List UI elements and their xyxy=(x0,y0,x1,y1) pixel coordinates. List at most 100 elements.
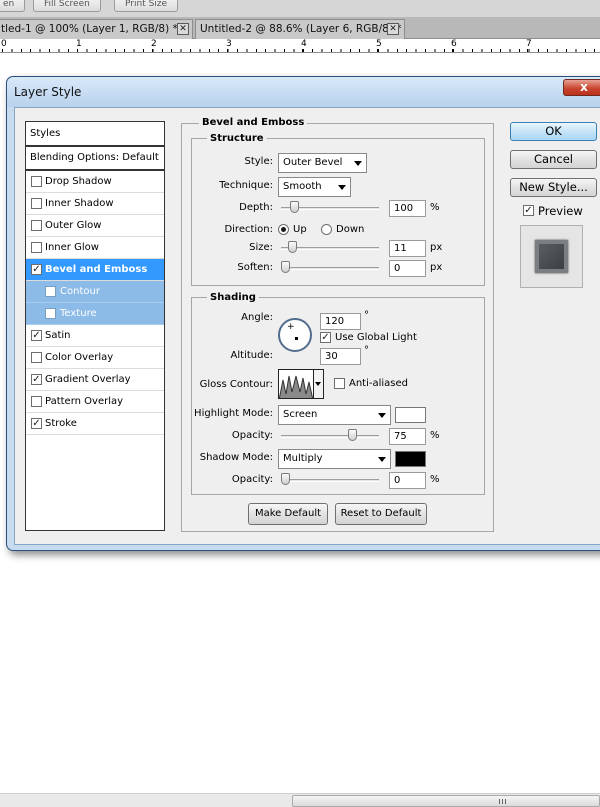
highlight-opacity-thumb[interactable] xyxy=(347,429,357,441)
close-tab-2-icon[interactable]: ✕ xyxy=(387,23,399,35)
style-item-contour[interactable]: Contour xyxy=(26,281,164,303)
size-slider-thumb[interactable] xyxy=(288,241,298,253)
style-item-checkbox[interactable]: ✓ xyxy=(31,264,42,275)
cancel-button[interactable]: Cancel xyxy=(510,150,597,169)
angle-input[interactable]: 120 xyxy=(320,313,361,330)
style-item-label: Texture xyxy=(60,308,97,319)
soften-slider[interactable] xyxy=(281,267,379,270)
style-item-checkbox[interactable] xyxy=(31,176,42,187)
dialog-title: Layer Style xyxy=(14,85,82,99)
soften-slider-thumb[interactable] xyxy=(281,261,290,273)
chevron-down-icon xyxy=(315,382,321,386)
style-item-drop-shadow[interactable]: Drop Shadow xyxy=(26,171,164,193)
print-size-button[interactable]: Print Size xyxy=(114,0,179,12)
altitude-unit: ° xyxy=(364,345,369,356)
style-item-checkbox[interactable] xyxy=(45,286,56,297)
direction-up-radio[interactable] xyxy=(278,224,289,235)
style-item-checkbox[interactable]: ✓ xyxy=(31,374,42,385)
global-light-checkbox[interactable]: ✓ xyxy=(320,332,331,343)
style-item-checkbox[interactable]: ✓ xyxy=(31,330,42,341)
style-item-pattern-overlay[interactable]: Pattern Overlay xyxy=(26,391,164,413)
highlight-opacity-input[interactable]: 75 xyxy=(389,428,426,445)
style-items: Drop Shadow Inner Shadow Outer Glow Inner G… xyxy=(26,171,164,435)
anti-aliased-checkbox[interactable] xyxy=(334,378,345,389)
fill-screen-button[interactable]: Fill Screen xyxy=(33,0,101,12)
style-item-texture[interactable]: Texture xyxy=(26,303,164,325)
document-tab-1[interactable]: tled-1 @ 100% (Layer 1, RGB/8) * ✕ xyxy=(0,19,193,39)
gloss-contour-swatch[interactable] xyxy=(278,369,314,399)
style-item-inner-shadow[interactable]: Inner Shadow xyxy=(26,193,164,215)
style-item-stroke[interactable]: ✓ Stroke xyxy=(26,413,164,435)
style-item-bevel-and-emboss[interactable]: ✓ Bevel and Emboss xyxy=(26,259,164,281)
close-tab-1-icon[interactable]: ✕ xyxy=(177,23,189,35)
shadow-opacity-thumb[interactable] xyxy=(281,473,290,485)
size-input[interactable]: 11 xyxy=(389,240,426,257)
altitude-input[interactable]: 30 xyxy=(320,348,361,365)
style-item-label: Satin xyxy=(45,330,71,341)
direction-up-label: Up xyxy=(293,224,307,235)
style-item-inner-glow[interactable]: Inner Glow xyxy=(26,237,164,259)
chevron-down-icon xyxy=(378,457,386,462)
shadow-mode-select[interactable]: Multiply xyxy=(278,449,391,469)
style-item-checkbox[interactable] xyxy=(45,308,56,319)
shading-title: Shading xyxy=(207,292,259,303)
dialog-titlebar[interactable]: Layer Style x xyxy=(7,77,600,107)
style-select-value: Outer Bevel xyxy=(283,157,343,168)
soften-label: Soften: xyxy=(237,262,273,273)
style-item-checkbox[interactable] xyxy=(31,242,42,253)
scrollbar-thumb[interactable] xyxy=(292,795,600,807)
style-item-checkbox[interactable] xyxy=(31,352,42,363)
highlight-opacity-slider[interactable] xyxy=(281,435,379,438)
preview-checkbox[interactable]: ✓ xyxy=(523,205,534,216)
horizontal-scrollbar[interactable] xyxy=(0,793,600,807)
styles-list: Styles Blending Options: Default Drop Sh… xyxy=(25,121,165,531)
shadow-opacity-input[interactable]: 0 xyxy=(389,472,426,489)
ruler-number: 2 xyxy=(151,39,158,49)
close-dialog-button[interactable]: x xyxy=(563,79,600,96)
highlight-mode-label: Highlight Mode: xyxy=(194,408,273,419)
shading-group: Shading Angle: + 120 ° ✓ Use Global Ligh… xyxy=(191,292,485,495)
gloss-contour-dropdown[interactable] xyxy=(314,369,324,399)
highlight-color-swatch[interactable] xyxy=(395,407,426,423)
style-item-label: Bevel and Emboss xyxy=(45,264,148,275)
new-style-button[interactable]: New Style... xyxy=(510,178,597,197)
direction-down-radio[interactable] xyxy=(321,224,332,235)
style-item-satin[interactable]: ✓ Satin xyxy=(26,325,164,347)
style-item-checkbox[interactable] xyxy=(31,220,42,231)
ok-button[interactable]: OK xyxy=(510,122,597,141)
size-label: Size: xyxy=(249,242,273,253)
ruler-number: 1 xyxy=(76,39,83,49)
depth-slider-thumb[interactable] xyxy=(289,201,299,213)
angle-unit: ° xyxy=(364,310,369,321)
style-select[interactable]: Outer Bevel xyxy=(278,153,367,173)
screen-mode-button[interactable]: en xyxy=(0,0,26,12)
make-default-button[interactable]: Make Default xyxy=(248,503,328,525)
checkmark-icon: ✓ xyxy=(32,374,41,385)
document-tab-2[interactable]: Untitled-2 @ 88.6% (Layer 6, RGB/8) * ✕ xyxy=(195,19,405,39)
soften-unit: px xyxy=(430,262,443,273)
shadow-opacity-unit: % xyxy=(430,474,440,485)
dialog-body: Styles Blending Options: Default Drop Sh… xyxy=(14,107,600,545)
reset-to-default-button[interactable]: Reset to Default xyxy=(335,503,427,525)
shadow-color-swatch[interactable] xyxy=(395,451,426,467)
document-tab-2-label: Untitled-2 @ 88.6% (Layer 6, RGB/8) * xyxy=(200,23,402,35)
anti-aliased-label: Anti-aliased xyxy=(349,378,409,389)
style-item-gradient-overlay[interactable]: ✓ Gradient Overlay xyxy=(26,369,164,391)
style-item-checkbox[interactable] xyxy=(31,198,42,209)
shadow-opacity-slider[interactable] xyxy=(281,479,379,482)
bevel-emboss-title: Bevel and Emboss xyxy=(199,117,308,128)
style-item-checkbox[interactable] xyxy=(31,396,42,407)
depth-input[interactable]: 100 xyxy=(389,200,426,217)
highlight-mode-select[interactable]: Screen xyxy=(278,405,391,425)
blending-options-item[interactable]: Blending Options: Default xyxy=(26,147,164,171)
soften-input[interactable]: 0 xyxy=(389,260,426,277)
styles-header[interactable]: Styles xyxy=(26,122,164,147)
style-item-outer-glow[interactable]: Outer Glow xyxy=(26,215,164,237)
preview-swatch xyxy=(535,240,568,273)
style-item-color-overlay[interactable]: Color Overlay xyxy=(26,347,164,369)
depth-label: Depth: xyxy=(239,202,273,213)
style-item-checkbox[interactable]: ✓ xyxy=(31,418,42,429)
ruler-number: 5 xyxy=(376,39,383,49)
technique-select[interactable]: Smooth xyxy=(278,177,351,197)
angle-dial[interactable]: + xyxy=(278,318,312,352)
